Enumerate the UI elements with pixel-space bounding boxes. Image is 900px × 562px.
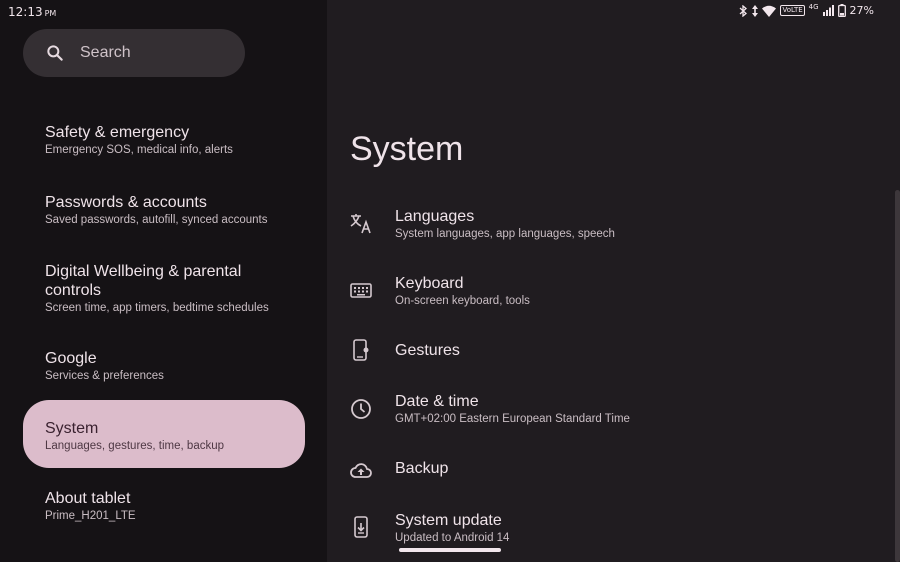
sidebar-item-title: Passwords & accounts	[45, 194, 207, 211]
volte-badge: VoLTE	[780, 5, 805, 16]
signal-icon	[822, 5, 834, 16]
sidebar-item-system[interactable]: System Languages, gestures, time, backup	[45, 419, 295, 454]
bluetooth-icon	[740, 4, 748, 17]
scrollbar[interactable]	[895, 190, 900, 562]
search-icon	[47, 45, 63, 61]
sidebar-item-title: System	[45, 420, 99, 437]
status-time: 12:13 PM	[8, 5, 56, 19]
system-update-item[interactable]: System update Updated to Android 14	[349, 511, 889, 562]
sidebar-item-safety-emergency[interactable]: Safety & emergency Emergency SOS, medica…	[45, 123, 295, 158]
battery-percent: 27%	[849, 4, 874, 17]
network-type: 4G	[808, 2, 819, 11]
settings-sidebar: 12:13 PM Search Safety & emergency Emerge…	[0, 0, 327, 562]
sidebar-item-subtitle: Saved passwords, autofill, synced accoun…	[45, 214, 268, 226]
keyboard-icon	[350, 283, 372, 298]
status-ampm: PM	[44, 9, 57, 18]
sidebar-item-passwords-accounts[interactable]: Passwords & accounts Saved passwords, au…	[45, 193, 295, 228]
system-update-subtitle: Updated to Android 14	[395, 532, 510, 544]
keyboard-title: Keyboard	[395, 275, 464, 292]
sidebar-item-title: Digital Wellbeing & parental controls	[45, 263, 242, 299]
languages-item[interactable]: Languages System languages, app language…	[349, 207, 889, 267]
sidebar-item-about-tablet[interactable]: About tablet Prime_H201_LTE	[45, 489, 295, 524]
languages-subtitle: System languages, app languages, speech	[395, 228, 615, 240]
keyboard-item[interactable]: Keyboard On-screen keyboard, tools	[349, 274, 889, 334]
search-bar[interactable]: Search	[23, 29, 245, 77]
system-settings-pane: VoLTE 4G 27% System Languages System lan…	[327, 0, 900, 562]
date-time-item[interactable]: Date & time GMT+02:00 Eastern European S…	[349, 392, 889, 452]
clock-icon	[351, 399, 371, 419]
gestures-item[interactable]: Gestures	[349, 339, 889, 400]
languages-title: Languages	[395, 208, 475, 225]
date-time-title: Date & time	[395, 393, 479, 410]
wifi-icon	[762, 5, 777, 17]
search-placeholder: Search	[80, 44, 131, 61]
battery-icon	[837, 4, 846, 17]
status-clock: 12:13	[8, 5, 43, 19]
sidebar-item-digital-wellbeing[interactable]: Digital Wellbeing & parental controls Sc…	[45, 262, 275, 316]
sidebar-item-google[interactable]: Google Services & preferences	[45, 349, 295, 384]
system-update-title: System update	[395, 512, 502, 529]
data-arrows-icon	[752, 4, 759, 17]
gestures-title: Gestures	[395, 342, 460, 359]
sidebar-item-subtitle: Screen time, app timers, bedtime schedul…	[45, 302, 269, 314]
translate-icon	[350, 214, 371, 234]
backup-item[interactable]: Backup	[349, 459, 889, 519]
date-time-subtitle: GMT+02:00 Eastern European Standard Time	[395, 413, 630, 425]
sidebar-item-subtitle: Languages, gestures, time, backup	[45, 440, 225, 452]
keyboard-subtitle: On-screen keyboard, tools	[395, 295, 530, 307]
cloud-upload-icon	[350, 463, 372, 478]
gestures-icon	[353, 339, 369, 361]
sidebar-item-subtitle: Prime_H201_LTE	[45, 510, 136, 522]
sidebar-item-title: Google	[45, 350, 97, 367]
sidebar-item-subtitle: Emergency SOS, medical info, alerts	[45, 144, 233, 156]
gesture-navigation-bar[interactable]	[399, 548, 501, 552]
sidebar-item-subtitle: Services & preferences	[45, 370, 164, 382]
page-title: System	[350, 130, 464, 168]
backup-title: Backup	[395, 460, 449, 477]
system-update-icon	[354, 516, 368, 538]
sidebar-item-title: About tablet	[45, 490, 131, 507]
sidebar-item-title: Safety & emergency	[45, 124, 190, 141]
status-icons: VoLTE 4G 27%	[739, 2, 874, 17]
